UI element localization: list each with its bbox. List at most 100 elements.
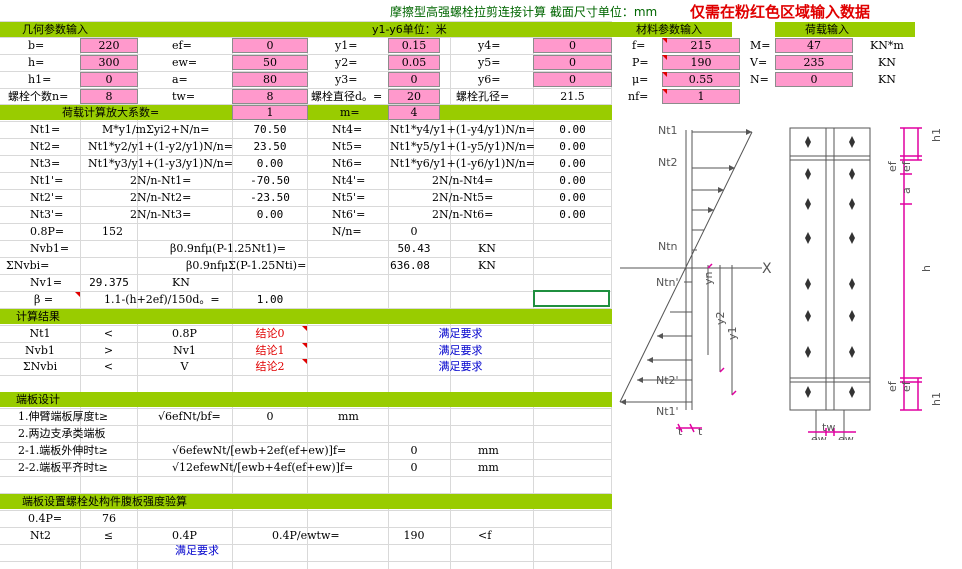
bolt-count-label: 螺栓个数n=	[8, 90, 69, 103]
web-nt2-label: Nt2	[30, 529, 52, 542]
nt5p-value: 0.00	[559, 191, 586, 204]
web-p04-ref: 0.4P	[172, 529, 197, 542]
P-input[interactable]: 190	[662, 55, 740, 70]
web-p04-label: 0.4P=	[28, 512, 63, 525]
result-ok: 满足要求	[438, 360, 483, 373]
tension-labels: Nt1 Nt2 Ntn Ntn' Nt2' Nt1' X yn y2 y1 t …	[656, 124, 772, 438]
plate-r2-label: 2.两边支承类端板	[18, 427, 106, 440]
m-input[interactable]: 4	[388, 105, 440, 120]
result-conclusion: 结论0	[255, 327, 285, 340]
nt5-value: 0.00	[559, 140, 586, 153]
bolt-diameter-input[interactable]: 20	[388, 89, 440, 104]
beta-label: β =	[34, 293, 54, 306]
nt3-value: 0.00	[256, 157, 284, 170]
web-ok: 满足要求	[175, 544, 219, 557]
svg-text:yn: yn	[702, 271, 715, 285]
nv1-unit: KN	[172, 276, 190, 289]
svg-text:ew: ew	[811, 433, 827, 440]
svg-text:X: X	[762, 261, 772, 277]
a-input[interactable]: 80	[232, 72, 308, 87]
y2-label: y2=	[335, 56, 358, 69]
tw-input[interactable]: 8	[232, 89, 308, 104]
sum-nvbi-label: ΣNvbi=	[6, 259, 50, 272]
plate-r4-unit: mm	[478, 461, 499, 474]
comment-marker	[662, 72, 667, 77]
result-a: Nt1	[29, 327, 51, 340]
M-input[interactable]: 47	[775, 38, 853, 53]
nt2-value: 23.50	[253, 140, 287, 153]
nt4p-formula: 2N/n-Nt4=	[432, 174, 494, 187]
nt2p-value: -23.50	[250, 191, 290, 204]
geometry-section-header: 几何参数输入 y1-y6单位：米	[0, 22, 612, 37]
f-input[interactable]: 215	[662, 38, 740, 53]
y1-input[interactable]: 0.15	[388, 38, 440, 53]
V-input[interactable]: 235	[775, 55, 853, 70]
nn-label: N/n=	[332, 225, 362, 238]
sum-nvbi-value: 636.08	[390, 259, 430, 272]
plate-r4-label: 2-2.端板平齐时t≥	[18, 461, 108, 474]
N-unit: KN	[878, 73, 896, 86]
a-label: a=	[172, 73, 188, 86]
bolt-hole-value: 21.5	[560, 90, 585, 103]
plate-r1-label: 1.伸臂端板厚度t≥	[18, 410, 109, 423]
y6-input[interactable]: 0	[533, 72, 612, 87]
nvb1-unit: KN	[478, 242, 496, 255]
y4-input[interactable]: 0	[533, 38, 612, 53]
plate-r3-formula: √6efewNt/[ewb+2ef(ef+ew)]f=	[172, 444, 347, 457]
nt3p-value: 0.00	[256, 208, 284, 221]
result-a: Nvb1	[25, 344, 55, 357]
V-label: V=	[750, 56, 768, 69]
b-input[interactable]: 220	[80, 38, 138, 53]
selected-cell[interactable]	[533, 290, 610, 307]
N-input[interactable]: 0	[775, 72, 853, 87]
bolt-count-input[interactable]: 8	[80, 89, 138, 104]
svg-text:tw: tw	[822, 421, 835, 434]
y-unit-note: y1-y6单位：米	[372, 23, 447, 36]
nt6-label: Nt6=	[332, 157, 363, 170]
h-input[interactable]: 300	[80, 55, 138, 70]
svg-text:Nt2': Nt2'	[656, 374, 679, 387]
result-conclusion: 结论1	[255, 344, 285, 357]
nt3p-formula: 2N/n-Nt3=	[130, 208, 192, 221]
nv1-label: Nv1=	[30, 276, 63, 289]
beta-formula: 1.1-(h+2ef)/150d。=	[104, 293, 220, 306]
m-label: m=	[340, 106, 360, 119]
web-section-title: 端板设置螺栓处构件腹板强度验算	[22, 495, 187, 508]
mu-input[interactable]: 0.55	[662, 72, 740, 87]
result-section-header: 计算结果	[0, 309, 612, 324]
comment-marker	[662, 89, 667, 94]
svg-text:Nt2: Nt2	[658, 156, 678, 169]
result-op: <	[103, 327, 114, 340]
nvb1-label: Nvb1=	[30, 242, 70, 255]
amplify-label: 荷载计算放大系数=	[62, 106, 160, 119]
nt6-value: 0.00	[559, 157, 586, 170]
nt6p-label: Nt6'=	[332, 208, 366, 221]
svg-text:Nt1: Nt1	[658, 124, 678, 137]
material-section-title: 材料参数输入	[636, 23, 702, 36]
mu-label: μ=	[632, 73, 649, 86]
svg-text:h1: h1	[930, 392, 943, 406]
ef-input[interactable]: 0	[232, 38, 308, 53]
h1-input[interactable]: 0	[80, 72, 138, 87]
nvb1-formula: β0.9nfμ(P-1.25Nt1)=	[170, 242, 287, 255]
y1-label: y1=	[335, 39, 358, 52]
plate-r1-formula: √6efNt/bf=	[158, 410, 221, 423]
svg-text:Ntn': Ntn'	[656, 276, 679, 289]
y3-input[interactable]: 0	[388, 72, 440, 87]
nf-input[interactable]: 1	[662, 89, 740, 104]
sheet-title: 摩擦型高强螺栓拉剪连接计算 截面尺寸单位：mm	[390, 5, 658, 19]
nt5p-label: Nt5'=	[332, 191, 366, 204]
P-label: P=	[632, 56, 649, 69]
result-ok: 满足要求	[438, 344, 483, 357]
nt1-value: 70.50	[253, 123, 287, 136]
amplify-input[interactable]: 1	[232, 105, 308, 120]
comment-marker	[662, 55, 667, 60]
y4-label: y4=	[478, 39, 501, 52]
ew-input[interactable]: 50	[232, 55, 308, 70]
svg-text:ew: ew	[838, 433, 854, 440]
y5-input[interactable]: 0	[533, 55, 612, 70]
y2-input[interactable]: 0.05	[388, 55, 440, 70]
svg-text:y1: y1	[726, 326, 739, 340]
bolt-tension-diagram: Nt1 Nt2 Ntn Ntn' Nt2' Nt1' X yn y2 y1 t …	[619, 124, 943, 440]
V-unit: KN	[878, 56, 896, 69]
